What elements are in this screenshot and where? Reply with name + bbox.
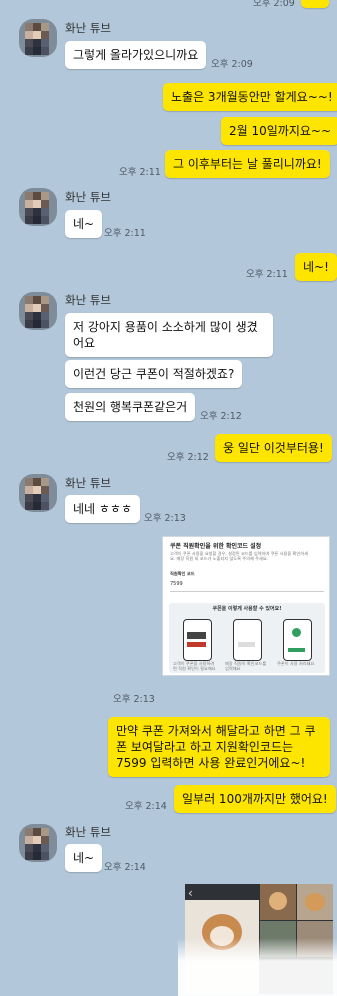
sender-name: 화난 튜브	[65, 825, 111, 839]
chevron-left-icon: ‹	[188, 886, 193, 900]
blur-overlay	[178, 938, 337, 996]
outgoing-bubble: 그 이후부터는 날 풀리니까요!	[165, 150, 330, 178]
outgoing-bubble: 만약 쿠폰 가져와서 해달라고 하면 그 쿠폰 보여달라고 하고 지원확인코드는…	[108, 717, 330, 777]
incoming-bubble: 천원의 행복쿠폰같은거	[65, 393, 196, 421]
message-time: 오후 2:13	[144, 513, 186, 524]
outgoing-bubble: 네~!	[295, 253, 337, 281]
chat-area[interactable]: 오후 2:09 화난 튜브 그렇게 올라가있으니까요 오후 2:09 노출은 3…	[0, 0, 337, 996]
message-time: 오후 2:11	[119, 167, 161, 178]
coupon-desc: 고객이 쿠폰 사용을 요청할 경우, 설정된 코드를 입력하여 쿠폰 사용을 확…	[170, 551, 308, 561]
incoming-bubble: 이런건 당근 쿠폰이 적절하겠죠?	[65, 360, 243, 388]
coupon-screenshot-image[interactable]: 쿠폰 직원확인을 위한 확인코드 설정 고객이 쿠폰 사용을 요청할 경우, 설…	[162, 536, 330, 676]
message-time: 오후 2:11	[104, 228, 146, 239]
message-time: 오후 2:14	[104, 862, 146, 873]
incoming-bubble: 네~	[65, 844, 103, 872]
outgoing-bubble	[301, 0, 329, 8]
step-text: 고객이 쿠폰을 사용하려면 직원 확인이 필요해요	[173, 661, 216, 671]
avatar[interactable]	[19, 474, 57, 512]
sender-name: 화난 튜브	[65, 190, 111, 204]
outgoing-bubble: 노출은 3개월동안만 할게요~~!	[163, 83, 337, 111]
avatar[interactable]	[19, 292, 57, 330]
message-time: 오후 2:12	[167, 452, 209, 463]
outgoing-bubble: 2월 10일까지요~~	[221, 117, 337, 145]
phone-illustration	[183, 619, 212, 661]
dog-photo-thumb	[297, 884, 333, 920]
incoming-bubble: 저 강아지 용품이 소소하게 많이 생겼어요	[65, 313, 273, 357]
sender-name: 화난 튜브	[65, 476, 111, 490]
code-value: 7599	[170, 581, 324, 592]
phone-illustration	[233, 619, 262, 661]
incoming-bubble: 네네 ㅎㅎㅎ	[65, 495, 141, 523]
message-time: 오후 2:09	[211, 59, 253, 70]
howto-title: 쿠폰을 이렇게 사용할 수 있어요!	[212, 606, 282, 612]
outgoing-bubble: 웅 일단 이것부터용!	[215, 434, 332, 462]
coupon-title: 쿠폰 직원확인을 위한 확인코드 설정	[170, 543, 262, 550]
sender-name: 화난 튜브	[65, 293, 111, 307]
avatar[interactable]	[19, 824, 57, 862]
step-text: 매장 직원이 확인코드를 입력해요	[225, 661, 267, 671]
step-text: 쿠폰이 사용 처리돼요	[277, 661, 315, 666]
avatar[interactable]	[19, 19, 57, 57]
sender-name: 화난 튜브	[65, 21, 111, 35]
message-time: 오후 2:13	[113, 694, 155, 705]
phone-illustration	[283, 619, 312, 661]
incoming-bubble: 그렇게 올라가있으니까요	[65, 41, 207, 69]
message-time: 오후 2:12	[200, 411, 242, 422]
dog-photo-thumb	[260, 884, 296, 920]
message-time: 오후 2:09	[253, 0, 295, 9]
message-time: 오후 2:11	[246, 269, 288, 280]
code-label: 직원확인 코드	[170, 571, 195, 576]
incoming-bubble: 네~	[65, 210, 103, 238]
howto-panel: 쿠폰을 이렇게 사용할 수 있어요! 고객이 쿠폰을 사용하려면 직원 확인이 …	[169, 603, 325, 673]
outgoing-bubble: 일부러 100개까지만 했어요!	[174, 785, 336, 813]
avatar[interactable]	[19, 188, 57, 226]
message-time: 오후 2:14	[125, 801, 167, 812]
